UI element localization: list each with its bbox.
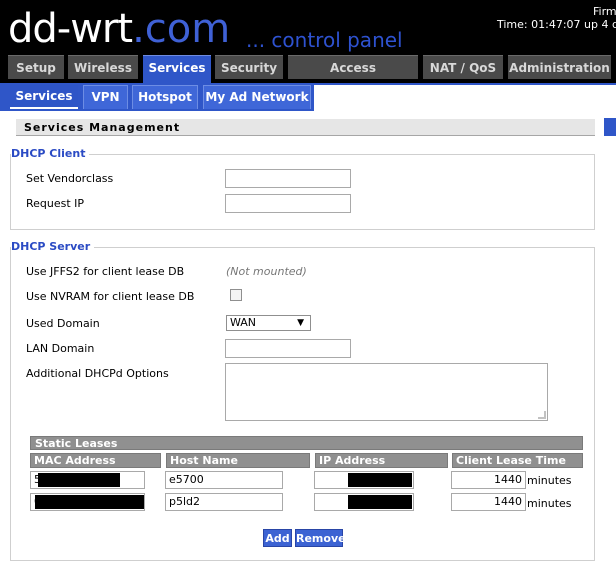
lease-time-input[interactable]: 1440 (451, 471, 526, 489)
dhcp-server-legend: DHCP Server (11, 240, 95, 253)
col-mac-address: MAC Address (30, 453, 161, 468)
dhcp-client-fieldset: DHCP Client Set Vendorclass Request IP (10, 147, 595, 230)
redaction-bar (348, 473, 412, 487)
jffs2-label: Use JFFS2 for client lease DB (26, 265, 185, 278)
dhcp-client-legend: DHCP Client (11, 147, 90, 160)
additional-options-label: Additional DHCPd Options (26, 367, 169, 380)
redaction-bar (38, 473, 120, 487)
col-host-name: Host Name (166, 453, 310, 468)
dropdown-arrow-icon: ▼ (297, 318, 304, 328)
time-uptime-info: Time: 01:47:07 up 4 day (497, 18, 616, 31)
col-ip-address: IP Address (315, 453, 448, 468)
sidebar-help-button[interactable] (604, 118, 616, 136)
subtab-my-ad-network[interactable]: My Ad Network (203, 85, 311, 109)
additional-options-textarea[interactable] (225, 363, 548, 421)
used-domain-label: Used Domain (26, 317, 100, 330)
lease-hostname-input[interactable]: e5700 (165, 471, 283, 489)
redaction-bar (35, 495, 144, 509)
logo-tld-text: .com (132, 6, 231, 52)
subtab-hotspot[interactable]: Hotspot (132, 85, 198, 109)
resize-grip-icon[interactable] (538, 411, 546, 419)
redaction-bar (348, 495, 412, 509)
subtab-services[interactable]: Services (10, 85, 78, 109)
used-domain-value: WAN (230, 316, 257, 329)
ddwrt-logo: dd-wrt.com (8, 6, 230, 52)
lease-time-unit: minutes (527, 497, 572, 510)
lease-hostname-input[interactable]: p5ld2 (165, 493, 283, 511)
tab-setup[interactable]: Setup (8, 55, 64, 79)
tab-nat-qos[interactable]: NAT / QoS (423, 55, 503, 79)
lan-domain-label: LAN Domain (26, 342, 95, 355)
remove-lease-button[interactable]: Remove (295, 529, 346, 547)
nvram-label: Use NVRAM for client lease DB (26, 290, 195, 303)
sub-tab-bar: Services VPN Hotspot My Ad Network (0, 83, 616, 111)
request-ip-input[interactable] (225, 194, 351, 213)
used-domain-select[interactable]: WAN ▼ (226, 315, 311, 331)
main-tab-bar: Setup Wireless Services Security Access … (0, 55, 616, 99)
header-bar: dd-wrt.com ... control panel Firm Time: … (0, 0, 616, 99)
jffs2-status: (Not mounted) (226, 265, 307, 278)
tab-access-restrictions[interactable]: Access Restrictions (288, 55, 418, 99)
nvram-checkbox[interactable] (230, 289, 242, 301)
logo-main-text: dd-wrt (8, 6, 133, 52)
control-panel-tagline: ... control panel (246, 28, 403, 52)
lease-time-unit: minutes (527, 474, 572, 487)
add-lease-button[interactable]: Add (263, 529, 292, 547)
tab-wireless[interactable]: Wireless (68, 55, 138, 79)
tab-services[interactable]: Services (143, 55, 211, 83)
request-ip-label: Request IP (26, 197, 85, 210)
lan-domain-input[interactable] (225, 339, 351, 358)
vendorclass-label: Set Vendorclass (26, 172, 114, 185)
vendorclass-input[interactable] (225, 169, 351, 188)
sub-tab-bar-filler (314, 85, 616, 111)
section-title: Services Management (16, 119, 595, 136)
tab-security[interactable]: Security (215, 55, 283, 79)
lease-time-input[interactable]: 1440 (451, 493, 526, 511)
dhcp-server-fieldset: DHCP Server Use JFFS2 for client lease D… (10, 240, 595, 561)
subtab-vpn[interactable]: VPN (83, 85, 128, 109)
static-leases-header: Static Leases (30, 436, 583, 450)
firmware-info: Firm (593, 5, 616, 18)
tab-administration[interactable]: Administration (508, 55, 611, 79)
col-client-lease-time: Client Lease Time (452, 453, 583, 468)
